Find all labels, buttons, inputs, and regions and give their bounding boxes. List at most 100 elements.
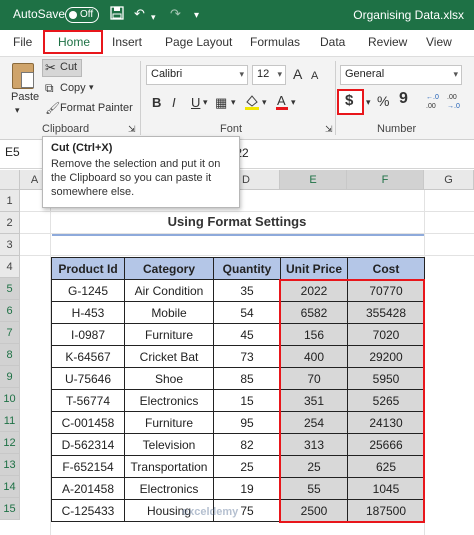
table-cell[interactable]: Electronics — [124, 389, 214, 412]
format-painter-icon[interactable]: 🖌 — [45, 100, 60, 116]
row-header-15[interactable]: 15 — [0, 498, 20, 520]
row-header-11[interactable]: 11 — [0, 410, 20, 432]
font-size-select[interactable]: 12 ▾ — [252, 65, 286, 85]
table-cell[interactable]: 85 — [213, 367, 281, 390]
header-category[interactable]: Category — [124, 257, 214, 280]
table-cell[interactable]: F-652154 — [51, 455, 125, 478]
row-header-4[interactable]: 4 — [0, 256, 20, 278]
undo-dropdown-icon[interactable]: ▾ — [151, 9, 156, 25]
table-cell[interactable]: T-56774 — [51, 389, 125, 412]
decrease-decimal-icon[interactable]: .00 →.0 — [445, 91, 463, 115]
column-header-e[interactable]: E — [280, 170, 347, 190]
font-color-dropdown-icon[interactable]: ▾ — [291, 97, 296, 108]
table-cell[interactable]: 54 — [213, 301, 281, 324]
column-header-f[interactable]: F — [347, 170, 424, 190]
row-header-8[interactable]: 8 — [0, 344, 20, 366]
table-cell[interactable]: Television — [124, 433, 214, 456]
row-header-13[interactable]: 13 — [0, 454, 20, 476]
row-header-14[interactable]: 14 — [0, 476, 20, 498]
number-format-select[interactable]: General ▾ — [340, 65, 462, 85]
font-name-select[interactable]: Calibri ▾ — [146, 65, 248, 85]
table-cell[interactable]: Transportation — [124, 455, 214, 478]
header-quantity[interactable]: Quantity — [213, 257, 281, 280]
table-cell[interactable]: Mobile — [124, 301, 214, 324]
fill-color-icon[interactable] — [244, 93, 260, 115]
row-header-1[interactable]: 1 — [0, 190, 20, 212]
row-header-9[interactable]: 9 — [0, 366, 20, 388]
header-cost[interactable]: Cost — [347, 257, 425, 280]
paste-icon[interactable] — [12, 63, 34, 89]
borders-icon[interactable]: ▦ — [215, 95, 227, 111]
bold-icon[interactable]: B — [152, 95, 161, 111]
table-cell[interactable]: C-001458 — [51, 411, 125, 434]
tab-review[interactable]: Review — [368, 35, 407, 49]
select-all-corner[interactable] — [0, 170, 20, 190]
table-cell[interactable]: 45 — [213, 323, 281, 346]
table-cell[interactable]: Cricket Bat — [124, 345, 214, 368]
header-product-id[interactable]: Product Id — [51, 257, 125, 280]
table-cell[interactable]: D-562314 — [51, 433, 125, 456]
italic-icon[interactable]: I — [172, 95, 176, 111]
percent-icon[interactable]: % — [377, 93, 389, 109]
format-painter-label[interactable]: Format Painter — [60, 102, 133, 114]
tab-view[interactable]: View — [426, 35, 452, 49]
row-header-5[interactable]: 5 — [0, 278, 20, 300]
table-cell[interactable]: 73 — [213, 345, 281, 368]
row-header-7[interactable]: 7 — [0, 322, 20, 344]
row-header-12[interactable]: 12 — [0, 432, 20, 454]
font-launcher-icon[interactable]: ⇲ — [325, 124, 333, 135]
autosave-toggle[interactable]: Off — [65, 7, 99, 23]
currency-icon[interactable]: $ — [345, 93, 353, 109]
clipboard-launcher-icon[interactable]: ⇲ — [128, 124, 136, 135]
header-unit-price[interactable]: Unit Price — [280, 257, 348, 280]
table-cell[interactable]: C-125433 — [51, 499, 125, 522]
save-icon[interactable] — [110, 6, 124, 24]
table-cell[interactable]: 15 — [213, 389, 281, 412]
name-box[interactable]: E5 — [5, 145, 20, 159]
row-header-3[interactable]: 3 — [0, 234, 20, 256]
table-cell[interactable]: H-453 — [51, 301, 125, 324]
copy-dropdown-icon[interactable]: ▾ — [89, 82, 94, 93]
table-cell[interactable]: G-1245 — [51, 279, 125, 302]
copy-label[interactable]: Copy — [60, 82, 86, 94]
tab-file[interactable]: File — [13, 35, 32, 49]
column-header-g[interactable]: G — [424, 170, 474, 190]
tab-data[interactable]: Data — [320, 35, 345, 49]
tab-formulas[interactable]: Formulas — [250, 35, 300, 49]
table-cell[interactable]: K-64567 — [51, 345, 125, 368]
table-cell[interactable]: 35 — [213, 279, 281, 302]
tab-insert[interactable]: Insert — [112, 35, 142, 49]
row-header-2[interactable]: 2 — [0, 212, 20, 234]
copy-icon[interactable]: ⧉ — [45, 80, 54, 96]
paste-dropdown-icon[interactable]: ▾ — [15, 105, 20, 116]
table-cell[interactable]: 95 — [213, 411, 281, 434]
font-color-icon[interactable]: A — [275, 93, 289, 115]
table-cell[interactable]: Furniture — [124, 323, 214, 346]
row-header-6[interactable]: 6 — [0, 300, 20, 322]
table-cell[interactable]: Shoe — [124, 367, 214, 390]
comma-style-icon[interactable]: 9 — [399, 91, 408, 107]
table-cell[interactable]: U-75646 — [51, 367, 125, 390]
table-cell[interactable]: 19 — [213, 477, 281, 500]
underline-dropdown-icon[interactable]: ▾ — [203, 97, 208, 108]
scissors-icon[interactable]: ✂ — [45, 60, 56, 76]
increase-decimal-icon[interactable]: ←.0.00 — [423, 91, 441, 115]
table-cell[interactable]: Electronics — [124, 477, 214, 500]
grow-font-icon[interactable]: A — [293, 66, 302, 82]
fill-color-dropdown-icon[interactable]: ▾ — [262, 97, 267, 108]
shrink-font-icon[interactable]: A — [311, 68, 318, 84]
currency-dropdown-icon[interactable]: ▾ — [366, 97, 371, 108]
row-header-10[interactable]: 10 — [0, 388, 20, 410]
table-cell[interactable]: 25 — [213, 455, 281, 478]
undo-icon[interactable]: ↶ — [134, 6, 145, 22]
redo-icon[interactable]: ↷ — [170, 6, 181, 22]
tab-page-layout[interactable]: Page Layout — [165, 35, 232, 49]
table-cell[interactable]: Furniture — [124, 411, 214, 434]
table-cell[interactable]: A-201458 — [51, 477, 125, 500]
table-cell[interactable]: I-0987 — [51, 323, 125, 346]
table-cell[interactable]: 82 — [213, 433, 281, 456]
paste-label[interactable]: Paste — [11, 91, 39, 103]
cut-label[interactable]: Cut — [60, 61, 77, 73]
table-cell[interactable]: Air Condition — [124, 279, 214, 302]
underline-icon[interactable]: U — [191, 95, 200, 111]
